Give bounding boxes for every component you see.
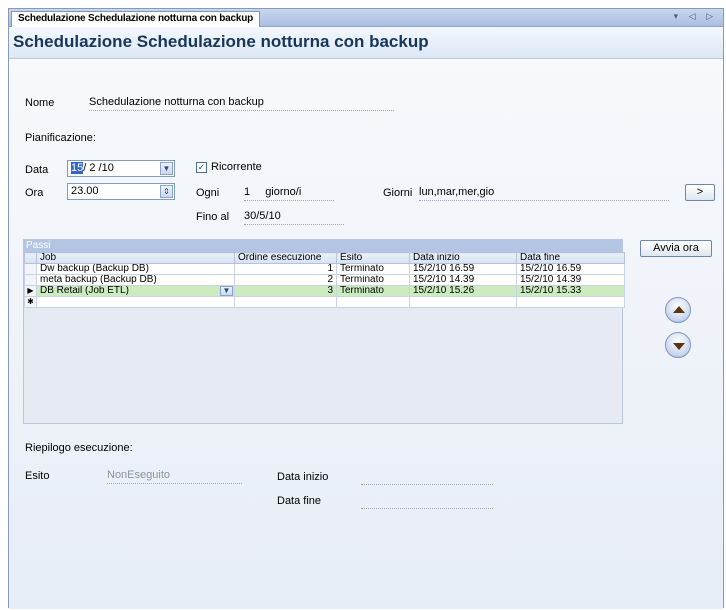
row-header[interactable]: [24, 274, 37, 286]
spin-updown-icon[interactable]: ⇕: [160, 185, 173, 198]
pianificazione-label: Pianificazione:: [25, 132, 96, 144]
ricorrente-checkbox[interactable]: ✓ Ricorrente: [196, 161, 262, 173]
giorni-select-button[interactable]: >: [685, 184, 715, 201]
column-header[interactable]: Esito: [336, 252, 410, 264]
ordine-cell[interactable]: 1: [234, 263, 337, 275]
nome-label: Nome: [25, 97, 55, 109]
ordine-cell[interactable]: 3: [234, 285, 337, 297]
chevron-down-icon[interactable]: ▼: [220, 286, 233, 296]
data-fine-cell[interactable]: 15/2/10 14.39: [516, 274, 625, 286]
job-cell[interactable]: Dw backup (Backup DB): [36, 263, 235, 275]
data-fine-cell[interactable]: 15/2/10 16.59: [516, 263, 625, 275]
data-label: Data: [25, 164, 49, 176]
ora-timepicker[interactable]: 23.00 ⇕: [67, 183, 175, 200]
chevron-down-icon[interactable]: ▼: [160, 162, 173, 175]
column-header[interactable]: Data fine: [516, 252, 625, 264]
column-header[interactable]: Data inizio: [409, 252, 517, 264]
esito-cell[interactable]: Terminato: [336, 285, 410, 297]
tab-controls[interactable]: ▾ ◁ ▷: [674, 11, 717, 22]
ogni-field[interactable]: 1 giorno/i: [244, 185, 334, 201]
fino-al-label: Fino al: [196, 211, 230, 223]
ora-label: Ora: [25, 187, 44, 199]
arrow-down-icon: [673, 343, 685, 350]
esito-cell[interactable]: [336, 296, 410, 308]
table-new-row[interactable]: ✱: [24, 296, 625, 308]
fino-al-field[interactable]: 30/5/10: [244, 209, 344, 225]
table-header-row: Job Ordine esecuzione Esito Data inizio …: [24, 252, 625, 264]
ordine-cell[interactable]: 2: [234, 274, 337, 286]
giorni-label: Giorni: [383, 187, 413, 199]
ora-value: 23.00: [71, 185, 99, 197]
nome-value: Schedulazione notturna con backup: [89, 96, 264, 108]
data-inizio-label: Data inizio: [277, 471, 329, 483]
page-title: Schedulazione Schedulazione notturna con…: [13, 32, 429, 51]
data-fine-field: [361, 493, 493, 509]
giorni-value: lun,mar,mer,gio: [419, 186, 495, 198]
giorni-unit: giorno/i: [265, 186, 302, 198]
job-cell[interactable]: meta backup (Backup DB): [36, 274, 235, 286]
ogni-label: Ogni: [196, 187, 220, 199]
table-row[interactable]: Dw backup (Backup DB) 1 Terminato 15/2/1…: [24, 263, 625, 275]
avvia-ora-button[interactable]: Avvia ora: [640, 240, 712, 257]
move-down-button[interactable]: [665, 332, 691, 358]
row-current-marker-icon[interactable]: ▶: [24, 285, 37, 297]
esito-cell[interactable]: Terminato: [336, 263, 410, 275]
row-header[interactable]: [24, 263, 37, 275]
job-cell[interactable]: [36, 296, 235, 308]
column-header[interactable]: Ordine esecuzione: [234, 252, 337, 264]
data-datepicker[interactable]: 15/ 2 /10 ▼: [67, 160, 175, 177]
data-inizio-cell[interactable]: 15/2/10 15.26: [409, 285, 517, 297]
arrow-up-icon: [673, 306, 685, 313]
data-inizio-cell[interactable]: [409, 296, 517, 308]
data-inizio-cell[interactable]: 15/2/10 16.59: [409, 263, 517, 275]
esito-value: NonEseguito: [107, 469, 170, 481]
ordine-cell[interactable]: [234, 296, 337, 308]
new-row-marker-icon[interactable]: ✱: [24, 296, 37, 308]
nome-field[interactable]: Schedulazione notturna con backup: [89, 95, 394, 111]
esito-cell[interactable]: Terminato: [336, 274, 410, 286]
esito-label: Esito: [25, 470, 50, 482]
table-row-selected[interactable]: ▶ DB Retail (Job ETL) ▼ 3 Terminato 15/2…: [24, 285, 625, 297]
header-bar: Schedulazione Schedulazione notturna con…: [9, 27, 723, 59]
giorni-field[interactable]: lun,mar,mer,gio: [419, 185, 669, 201]
tab-schedulazione[interactable]: Schedulazione Schedulazione notturna con…: [11, 11, 261, 27]
grid-caption: Passi: [24, 240, 622, 252]
job-cell-combo[interactable]: DB Retail (Job ETL) ▼: [36, 285, 235, 297]
data-inizio-cell[interactable]: 15/2/10 14.39: [409, 274, 517, 286]
job-cell-value: DB Retail (Job ETL): [40, 285, 129, 296]
window-frame: Schedulazione Schedulazione notturna con…: [8, 8, 724, 609]
riepilogo-title: Riepilogo esecuzione:: [25, 442, 133, 454]
checkbox-checked-icon[interactable]: ✓: [196, 161, 207, 173]
data-inizio-field: [361, 469, 493, 485]
column-header[interactable]: Job: [36, 252, 235, 264]
fino-al-value: 30/5/10: [244, 210, 281, 222]
header-corner: [24, 252, 37, 264]
data-rest: / 2 /10: [83, 162, 114, 174]
data-fine-cell[interactable]: [516, 296, 625, 308]
table-row[interactable]: meta backup (Backup DB) 2 Terminato 15/2…: [24, 274, 625, 286]
tab-strip: Schedulazione Schedulazione notturna con…: [9, 9, 723, 27]
ogni-value: 1: [244, 186, 251, 198]
form-content: Nome Schedulazione notturna con backup P…: [9, 60, 723, 609]
move-up-button[interactable]: [665, 297, 691, 323]
ricorrente-label: Ricorrente: [211, 161, 262, 173]
esito-field: NonEseguito: [107, 468, 242, 484]
data-day-selected: 15: [71, 162, 84, 174]
data-fine-cell[interactable]: 15/2/10 15.33: [516, 285, 625, 297]
data-fine-label: Data fine: [277, 495, 322, 507]
passi-grid[interactable]: Passi Job Ordine esecuzione Esito Data i…: [23, 239, 625, 424]
passi-table: Job Ordine esecuzione Esito Data inizio …: [24, 252, 625, 308]
